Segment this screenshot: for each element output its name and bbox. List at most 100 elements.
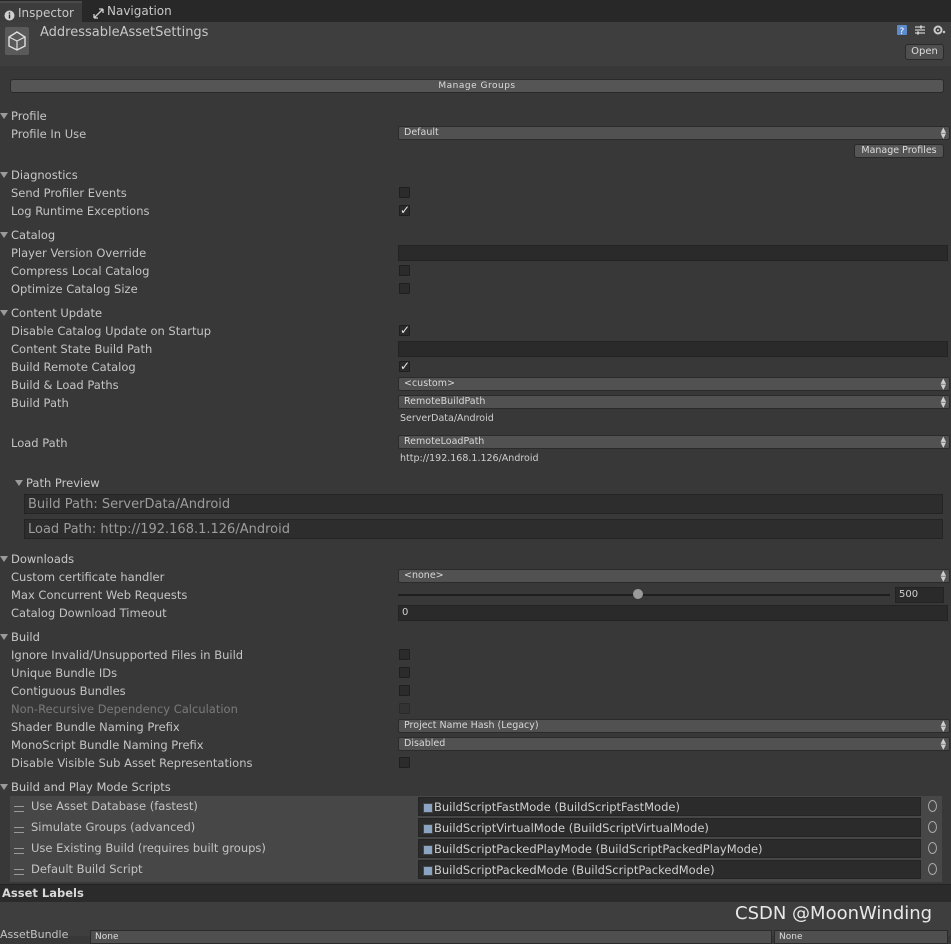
max-web-requests-slider-handle[interactable] — [633, 589, 643, 599]
script-icon — [423, 824, 433, 834]
list-item-label: Simulate Groups (advanced) — [31, 820, 196, 834]
compress-local-catalog-checkbox[interactable] — [399, 265, 410, 276]
section-build[interactable]: Build — [0, 630, 40, 644]
dropdown-arrows-icon: ▲ ▼ — [940, 737, 946, 751]
section-catalog[interactable]: Catalog — [0, 228, 55, 242]
object-picker-icon[interactable] — [928, 800, 937, 812]
ignore-invalid-checkbox[interactable] — [399, 649, 410, 660]
settings-gear-icon[interactable] — [932, 24, 946, 36]
profile-in-use-dropdown[interactable]: Default ▲ ▼ — [398, 126, 950, 140]
log-runtime-exceptions-checkbox[interactable] — [399, 203, 410, 217]
path-preview-foldout[interactable]: Path Preview — [15, 476, 100, 490]
section-label: Content Update — [11, 306, 103, 320]
section-label: Profile — [11, 109, 47, 123]
build-path-resolved: ServerData/Android — [400, 413, 494, 424]
object-field-value: BuildScriptFastMode (BuildScriptFastMode… — [434, 800, 680, 814]
section-label: Build and Play Mode Scripts — [11, 780, 171, 794]
monoscript-prefix-dropdown[interactable]: Disabled ▲ ▼ — [398, 737, 950, 751]
log-runtime-exceptions-label: Log Runtime Exceptions — [11, 204, 150, 218]
info-icon — [4, 7, 15, 21]
load-path-dropdown[interactable]: RemoteLoadPath ▲ ▼ — [398, 435, 950, 449]
build-remote-catalog-checkbox[interactable] — [399, 359, 410, 373]
asset-variant-dropdown[interactable]: None — [774, 930, 948, 944]
drag-handle-icon[interactable] — [14, 806, 24, 812]
max-web-requests-slider-track[interactable] — [398, 594, 890, 596]
foldout-arrow-icon — [0, 784, 8, 790]
optimize-catalog-size-checkbox[interactable] — [399, 283, 410, 294]
object-field-value: BuildScriptPackedMode (BuildScriptPacked… — [434, 863, 715, 877]
send-profiler-events-label: Send Profiler Events — [11, 186, 127, 200]
list-item[interactable]: Simulate Groups (advanced) BuildScriptVi… — [10, 817, 942, 838]
section-label: Downloads — [11, 552, 75, 566]
send-profiler-events-checkbox[interactable] — [399, 187, 410, 198]
section-content-update[interactable]: Content Update — [0, 306, 102, 320]
tab-navigation[interactable]: Navigation — [89, 1, 179, 22]
player-version-override-field[interactable] — [398, 245, 948, 261]
script-object-field[interactable]: BuildScriptPackedPlayMode (BuildScriptPa… — [418, 839, 921, 858]
optimize-catalog-size-label: Optimize Catalog Size — [11, 282, 138, 296]
section-build-play-mode[interactable]: Build and Play Mode Scripts — [0, 780, 171, 794]
unique-bundle-ids-label: Unique Bundle IDs — [11, 666, 118, 680]
dropdown-arrows-icon: ▲ ▼ — [940, 395, 946, 409]
non-recursive-label: Non-Recursive Dependency Calculation — [11, 702, 238, 716]
content-state-build-path-field[interactable] — [398, 341, 948, 357]
script-icon — [423, 866, 433, 876]
tab-inspector[interactable]: Inspector — [0, 1, 82, 22]
catalog-download-timeout-label: Catalog Download Timeout — [11, 606, 167, 620]
object-picker-icon[interactable] — [928, 821, 937, 833]
drag-handle-icon[interactable] — [14, 827, 24, 833]
build-path-preview: Build Path: ServerData/Android — [24, 494, 943, 514]
max-web-requests-field[interactable]: 500 — [895, 587, 944, 603]
preset-icon[interactable] — [914, 24, 926, 36]
disable-sub-asset-checkbox[interactable] — [399, 757, 410, 768]
build-load-paths-dropdown[interactable]: <custom> ▲ ▼ — [398, 377, 950, 391]
custom-cert-label: Custom certificate handler — [11, 570, 165, 584]
load-path-resolved: http://192.168.1.126/Android — [400, 453, 539, 464]
non-recursive-checkbox — [399, 703, 410, 714]
section-diagnostics[interactable]: Diagnostics — [0, 168, 78, 182]
asset-bundle-dropdown[interactable]: None — [90, 930, 772, 944]
navigation-icon — [93, 5, 104, 19]
contiguous-bundles-checkbox[interactable] — [399, 685, 410, 696]
foldout-arrow-icon — [0, 113, 8, 119]
list-item-label: Use Asset Database (fastest) — [31, 799, 198, 813]
custom-cert-dropdown[interactable]: <none> ▲ ▼ — [398, 569, 950, 583]
catalog-download-timeout-field[interactable]: 0 — [398, 605, 948, 621]
max-web-requests-label: Max Concurrent Web Requests — [11, 588, 188, 602]
dropdown-value: <none> — [404, 570, 444, 581]
foldout-arrow-icon — [0, 172, 8, 178]
script-object-field[interactable]: BuildScriptPackedMode (BuildScriptPacked… — [418, 860, 921, 879]
unique-bundle-ids-checkbox[interactable] — [399, 667, 410, 678]
manage-profiles-button[interactable]: Manage Profiles — [854, 144, 944, 158]
foldout-arrow-icon — [0, 232, 8, 238]
section-profile[interactable]: Profile — [0, 109, 47, 123]
object-picker-icon[interactable] — [928, 863, 937, 875]
shader-prefix-dropdown[interactable]: Project Name Hash (Legacy) ▲ ▼ — [398, 719, 950, 733]
build-load-paths-label: Build & Load Paths — [11, 378, 119, 392]
list-item[interactable]: Use Existing Build (requires built group… — [10, 838, 942, 859]
object-picker-icon[interactable] — [928, 842, 937, 854]
list-item[interactable]: Use Asset Database (fastest) BuildScript… — [10, 796, 942, 817]
dropdown-value: RemoteBuildPath — [404, 396, 486, 407]
player-version-override-label: Player Version Override — [11, 246, 147, 260]
dropdown-arrows-icon: ▲ ▼ — [940, 435, 946, 449]
asset-bundle-label: AssetBundle — [0, 928, 69, 941]
section-downloads[interactable]: Downloads — [0, 552, 74, 566]
list-item-label: Use Existing Build (requires built group… — [31, 841, 266, 855]
drag-handle-icon[interactable] — [14, 848, 24, 854]
build-remote-catalog-label: Build Remote Catalog — [11, 360, 136, 374]
script-object-field[interactable]: BuildScriptFastMode (BuildScriptFastMode… — [418, 797, 921, 816]
manage-groups-button[interactable]: Manage Groups — [10, 79, 944, 93]
profile-in-use-label: Profile In Use — [11, 127, 87, 141]
build-path-dropdown[interactable]: RemoteBuildPath ▲ ▼ — [398, 395, 950, 409]
build-path-label: Build Path — [11, 396, 69, 410]
drag-handle-icon[interactable] — [14, 869, 24, 875]
open-button[interactable]: Open — [905, 44, 944, 60]
help-icon[interactable]: ? — [896, 24, 908, 37]
list-item[interactable]: Default Build Script BuildScriptPackedMo… — [10, 859, 942, 880]
foldout-arrow-icon — [0, 310, 8, 316]
script-object-field[interactable]: BuildScriptVirtualMode (BuildScriptVirtu… — [418, 818, 921, 837]
disable-catalog-update-checkbox[interactable] — [399, 323, 410, 337]
load-path-preview: Load Path: http://192.168.1.126/Android — [24, 519, 943, 539]
dropdown-arrows-icon: ▲ ▼ — [940, 569, 946, 583]
